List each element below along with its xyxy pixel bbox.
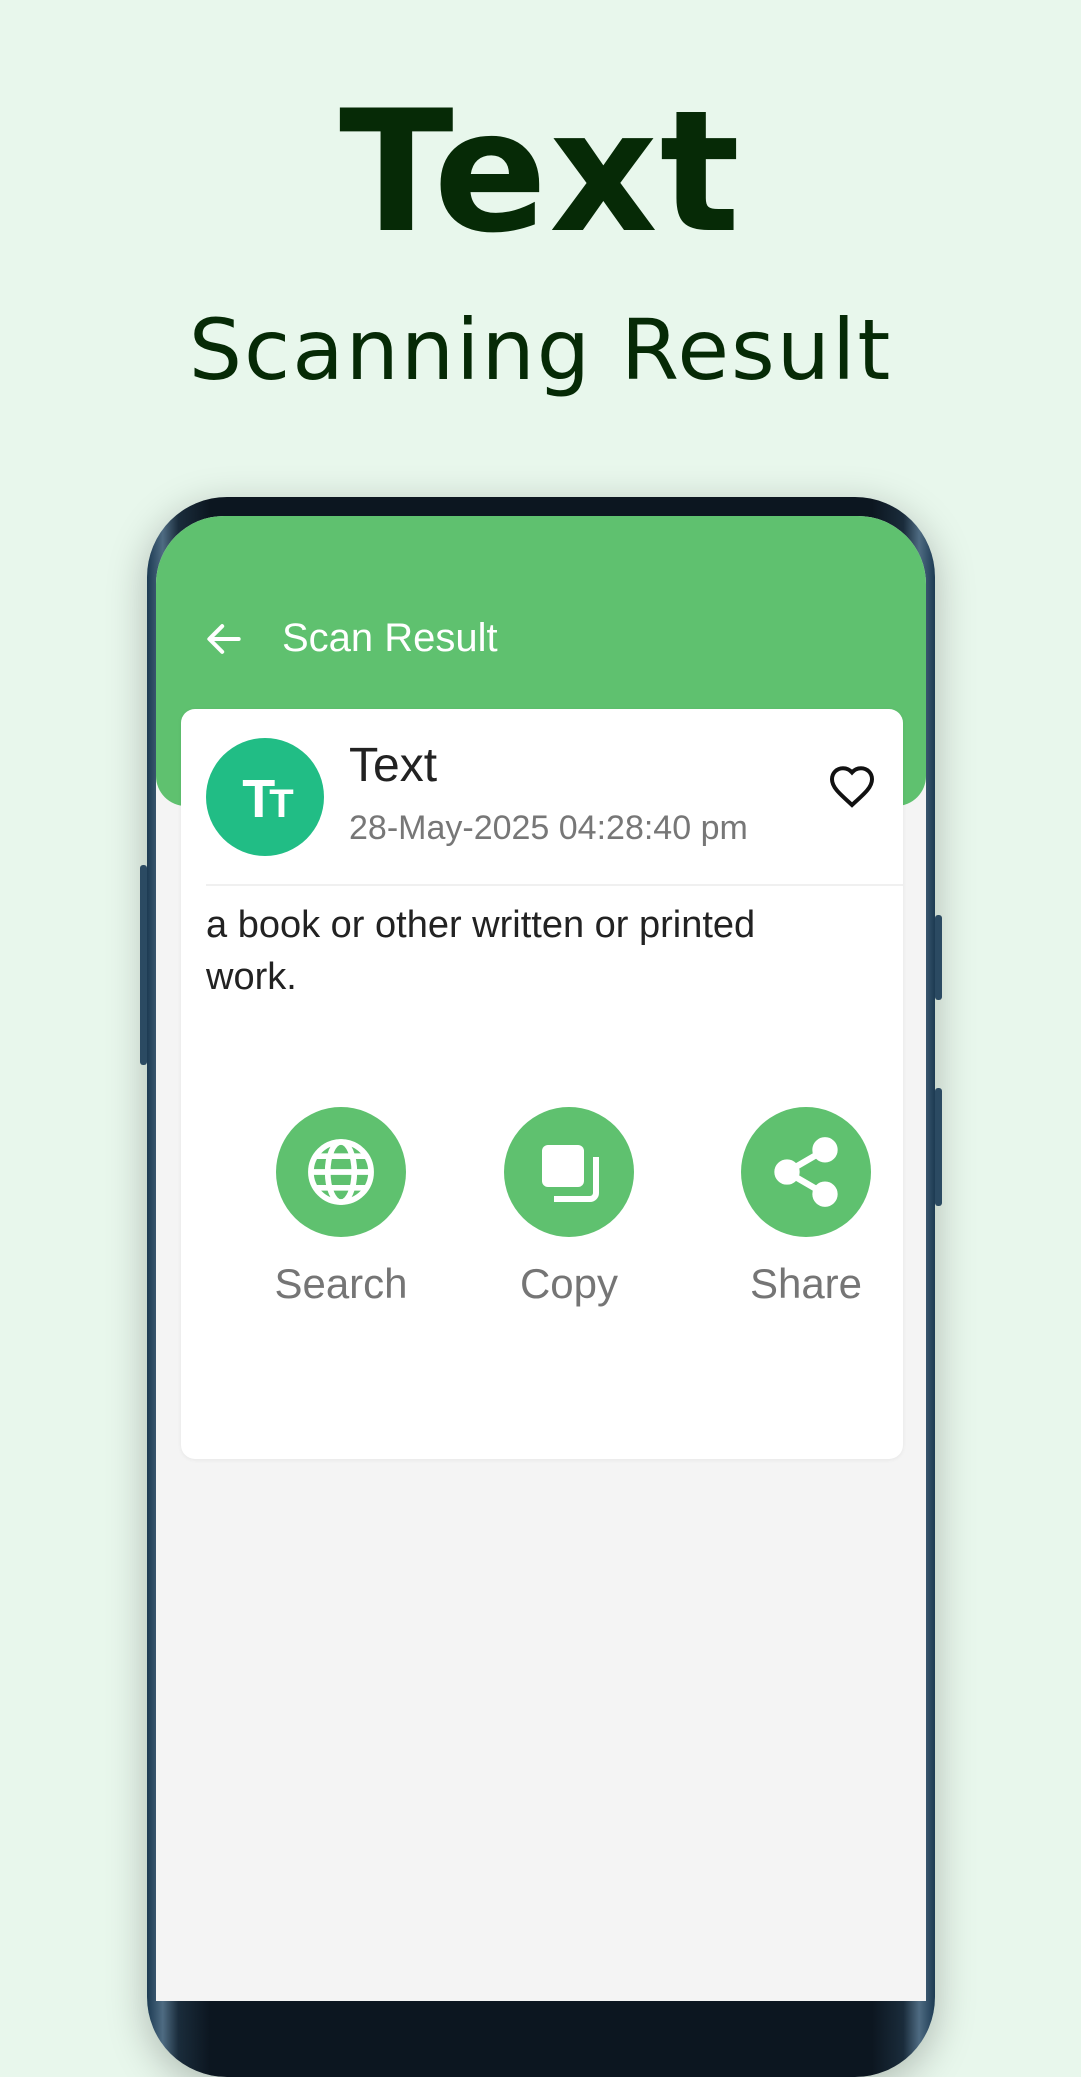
- copy-icon: [542, 1145, 599, 1202]
- app-bar-title: Scan Result: [282, 616, 498, 660]
- phone-screen: Scan Result TT Text 28-May-2025 04:28:40…: [156, 516, 926, 2001]
- share-label: Share: [749, 1260, 863, 1307]
- heart-outline-icon[interactable]: [828, 764, 876, 808]
- card-divider: [206, 884, 903, 886]
- promo-subheadline: Scanning Result: [188, 301, 893, 399]
- phone-side-button-left: [140, 865, 147, 1065]
- search-button[interactable]: [276, 1107, 406, 1237]
- search-label: Search: [274, 1260, 408, 1307]
- share-button[interactable]: [741, 1107, 871, 1237]
- share-icon: [774, 1137, 838, 1207]
- arrow-left-icon[interactable]: [202, 617, 246, 661]
- text-size-icon: TT: [206, 738, 324, 856]
- scanned-text-content: a book or other written or printed work.: [206, 904, 756, 998]
- copy-button[interactable]: [504, 1107, 634, 1237]
- phone-side-button-right-bottom: [935, 1088, 942, 1206]
- copy-label: Copy: [519, 1260, 619, 1307]
- share-action[interactable]: Share: [706, 1107, 906, 1311]
- result-type: Text: [349, 739, 438, 792]
- search-action[interactable]: Search: [241, 1107, 441, 1311]
- phone-side-button-right-top: [935, 915, 942, 1000]
- globe-icon: [308, 1139, 374, 1205]
- result-datetime: 28-May-2025 04:28:40 pm: [349, 809, 748, 847]
- avatar-glyph: TT: [242, 769, 294, 829]
- copy-action[interactable]: Copy: [469, 1107, 669, 1311]
- promo-headline: Text: [339, 74, 742, 270]
- scan-result-card: TT Text 28-May-2025 04:28:40 pm a book o…: [181, 709, 903, 1459]
